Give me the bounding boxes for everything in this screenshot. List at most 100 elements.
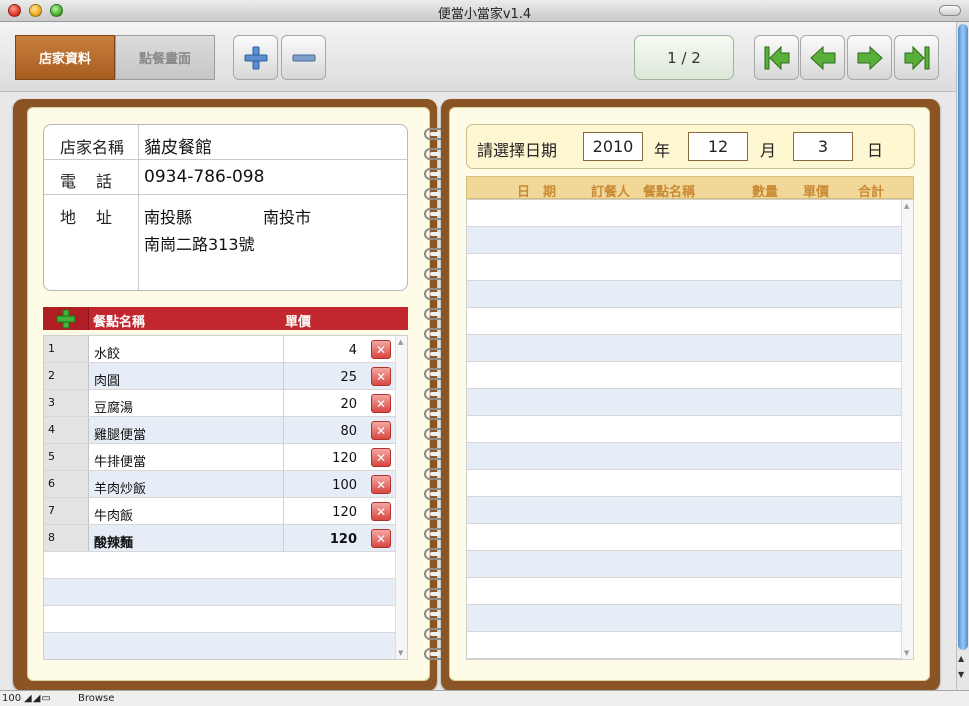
menu-scrollbar[interactable]: ▲ ▼ xyxy=(395,336,407,659)
order-row[interactable] xyxy=(467,497,902,524)
row-number: 1 xyxy=(44,336,89,362)
menu-item-name[interactable]: 牛排便當 xyxy=(94,451,146,470)
minus-icon xyxy=(292,54,315,61)
menu-item-price[interactable]: 4 xyxy=(283,336,363,362)
menu-item-price[interactable]: 120 xyxy=(283,525,363,551)
empty-row xyxy=(44,633,396,659)
menu-table: 1 水餃 4 ✕ 2 肉圓 25 ✕ 3 豆腐湯 20 ✕ 4 雞腿便當 80 ✕ 5 牛排便當 120 ✕ 6 羊肉炒飯… xyxy=(43,335,408,660)
address-county-field[interactable]: 南投縣 xyxy=(144,204,192,228)
menu-item-name[interactable]: 雞腿便當 xyxy=(94,424,146,443)
order-row[interactable] xyxy=(467,227,902,254)
order-row[interactable] xyxy=(467,470,902,497)
arrow-right-icon xyxy=(857,45,883,70)
menu-item-name[interactable]: 肉圓 xyxy=(94,370,120,389)
order-row[interactable] xyxy=(467,416,902,443)
scroll-down-icon[interactable]: ▼ xyxy=(958,670,964,679)
delete-row-icon[interactable]: ✕ xyxy=(371,367,391,386)
order-row[interactable] xyxy=(467,200,902,227)
scroll-down-icon[interactable]: ▼ xyxy=(904,649,909,657)
record-counter: 1 / 2 xyxy=(634,35,734,80)
delete-row-icon[interactable]: ✕ xyxy=(371,421,391,440)
phone-field[interactable]: 0934-786-098 xyxy=(144,167,264,187)
store-info-card: 店家名稱 貓皮餐館 電 話 0934-786-098 地 址 南投縣 南投市 南… xyxy=(43,124,408,291)
address-street-field[interactable]: 南崗二路313號 xyxy=(144,231,255,255)
order-row[interactable] xyxy=(467,362,902,389)
menu-row[interactable]: 3 豆腐湯 20 ✕ xyxy=(44,390,396,417)
menu-row[interactable]: 4 雞腿便當 80 ✕ xyxy=(44,417,396,444)
delete-row-icon[interactable]: ✕ xyxy=(371,448,391,467)
delete-row-icon[interactable]: ✕ xyxy=(371,502,391,521)
delete-row-icon[interactable]: ✕ xyxy=(371,475,391,494)
orders-col-item: 餐點名稱 xyxy=(643,185,696,200)
menu-item-name[interactable]: 羊肉炒飯 xyxy=(94,478,146,497)
menu-item-name[interactable]: 豆腐湯 xyxy=(94,397,133,416)
previous-record-button[interactable] xyxy=(800,35,845,80)
menu-row[interactable]: 2 肉圓 25 ✕ xyxy=(44,363,396,390)
order-row[interactable] xyxy=(467,524,902,551)
menu-item-price[interactable]: 25 xyxy=(283,363,363,389)
menu-item-price[interactable]: 120 xyxy=(283,444,363,470)
menu-row[interactable]: 6 羊肉炒飯 100 ✕ xyxy=(44,471,396,498)
menu-item-price[interactable]: 80 xyxy=(283,417,363,443)
order-row[interactable] xyxy=(467,605,902,632)
window-title: 便當小當家v1.4 xyxy=(437,7,532,22)
year-field[interactable]: 2010 xyxy=(583,132,643,161)
order-row[interactable] xyxy=(467,308,902,335)
year-label: 年 xyxy=(654,141,671,160)
order-row[interactable] xyxy=(467,335,902,362)
scroll-up-icon[interactable]: ▲ xyxy=(398,338,403,346)
tab-order-screen[interactable]: 點餐畫面 xyxy=(115,35,215,80)
last-record-button[interactable] xyxy=(894,35,939,80)
menu-row[interactable]: 5 牛排便當 120 ✕ xyxy=(44,444,396,471)
row-number: 2 xyxy=(44,363,89,389)
menu-item-name[interactable]: 水餃 xyxy=(94,343,120,362)
order-row[interactable] xyxy=(467,632,902,659)
day-field[interactable]: 3 xyxy=(793,132,853,161)
delete-row-icon[interactable]: ✕ xyxy=(371,394,391,413)
order-row[interactable] xyxy=(467,443,902,470)
add-menu-item-button[interactable] xyxy=(43,307,89,330)
tab-store-info[interactable]: 店家資料 xyxy=(15,35,115,80)
menu-row[interactable]: 7 牛肉飯 120 ✕ xyxy=(44,498,396,525)
delete-record-button[interactable] xyxy=(281,35,326,80)
menu-item-price[interactable]: 20 xyxy=(283,390,363,416)
orders-scrollbar[interactable]: ▲ ▼ xyxy=(901,200,913,659)
row-number: 5 xyxy=(44,444,89,470)
orders-col-total: 合計 xyxy=(858,185,885,200)
layout-mode-icons[interactable]: ◢◢▭ xyxy=(24,693,52,704)
menu-item-price[interactable]: 100 xyxy=(283,471,363,497)
date-selector: 請選擇日期 2010 年 12 月 3 日 xyxy=(466,124,915,169)
scroll-thumb[interactable] xyxy=(958,24,968,650)
zoom-level[interactable]: 100 xyxy=(2,693,21,704)
phone-label: 電 話 xyxy=(60,172,115,191)
delete-row-icon[interactable]: ✕ xyxy=(371,529,391,548)
order-row[interactable] xyxy=(467,551,902,578)
add-record-button[interactable] xyxy=(233,35,278,80)
order-row[interactable] xyxy=(467,578,902,605)
status-bar: 100 ◢◢▭ Browse xyxy=(0,690,969,706)
scroll-down-icon[interactable]: ▼ xyxy=(398,649,403,657)
address-label: 地 址 xyxy=(60,208,115,227)
mode-indicator[interactable]: Browse xyxy=(78,693,114,704)
menu-row[interactable]: 8 酸辣麵 120 ✕ xyxy=(44,525,396,552)
toolbar-toggle-button[interactable] xyxy=(939,5,961,16)
first-record-button[interactable] xyxy=(754,35,799,80)
scroll-up-icon[interactable]: ▲ xyxy=(904,202,909,210)
menu-item-price[interactable]: 120 xyxy=(283,498,363,524)
delete-row-icon[interactable]: ✕ xyxy=(371,340,391,359)
store-name-label: 店家名稱 xyxy=(60,138,125,157)
order-row[interactable] xyxy=(467,389,902,416)
next-record-button[interactable] xyxy=(847,35,892,80)
order-row[interactable] xyxy=(467,281,902,308)
menu-item-name[interactable]: 牛肉飯 xyxy=(94,505,133,524)
window-scrollbar[interactable]: ▲ ▼ xyxy=(956,22,969,690)
scroll-up-icon[interactable]: ▲ xyxy=(958,654,964,663)
order-row[interactable] xyxy=(467,254,902,281)
month-field[interactable]: 12 xyxy=(688,132,748,161)
first-record-icon xyxy=(764,45,789,70)
store-name-field[interactable]: 貓皮餐館 xyxy=(144,133,212,158)
menu-item-name[interactable]: 酸辣麵 xyxy=(94,532,133,551)
address-city-field[interactable]: 南投市 xyxy=(263,204,311,228)
menu-row[interactable]: 1 水餃 4 ✕ xyxy=(44,336,396,363)
orders-col-price: 單價 xyxy=(803,185,830,200)
